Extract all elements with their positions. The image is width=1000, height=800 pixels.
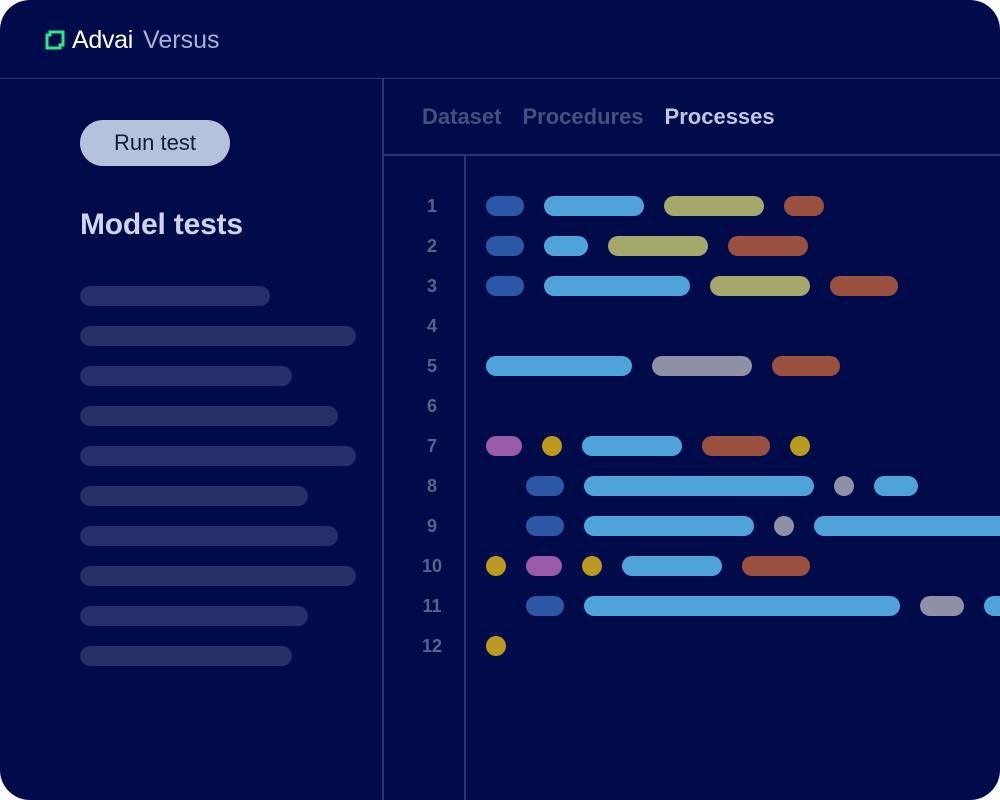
test-list-item[interactable] (80, 526, 338, 546)
product-name: Versus (143, 25, 220, 54)
run-test-button[interactable]: Run test (80, 120, 230, 166)
code-token (544, 236, 588, 256)
test-list-item[interactable] (80, 646, 292, 666)
tab-processes[interactable]: Processes (665, 104, 775, 134)
code-token (772, 356, 840, 376)
code-token (742, 556, 810, 576)
code-token (526, 596, 564, 616)
code-token-dot (486, 636, 506, 656)
line-number: 2 (426, 236, 437, 256)
line-number: 5 (426, 356, 437, 376)
code-token (486, 236, 524, 256)
code-token (486, 276, 524, 296)
code-token (710, 276, 810, 296)
brand[interactable]: Advai Versus (44, 26, 219, 54)
code-token-dot (790, 436, 810, 456)
line-number: 1 (426, 196, 437, 216)
code-token (728, 236, 808, 256)
code-token (584, 476, 814, 496)
code-token (814, 516, 1000, 536)
code-token (652, 356, 752, 376)
test-list-item[interactable] (80, 566, 356, 586)
app-window: Advai Versus Run test Model tests Datase… (0, 0, 1000, 800)
line-number: 4 (426, 316, 437, 336)
code-token (526, 556, 562, 576)
tab-dataset[interactable]: Dataset (422, 104, 501, 134)
code-token (486, 196, 524, 216)
code-token (526, 516, 564, 536)
code-token (608, 236, 708, 256)
sidebar-divider (382, 79, 384, 800)
code-token-dot (486, 556, 506, 576)
code-token-dot (774, 516, 794, 536)
code-token-dot (542, 436, 562, 456)
test-list-item[interactable] (80, 406, 338, 426)
sidebar-title: Model tests (80, 208, 243, 241)
code-token (584, 516, 754, 536)
test-list-item[interactable] (80, 606, 308, 626)
line-number: 3 (426, 276, 437, 296)
code-token (702, 436, 770, 456)
code-token (830, 276, 898, 296)
code-token (920, 596, 964, 616)
code-token (544, 196, 644, 216)
code-token (526, 476, 564, 496)
test-list-item[interactable] (80, 286, 270, 306)
code-token-dot (834, 476, 854, 496)
code-token (584, 596, 900, 616)
gutter-divider (464, 156, 466, 800)
line-number: 9 (426, 516, 437, 536)
code-token (622, 556, 722, 576)
test-list-item[interactable] (80, 446, 356, 466)
line-number: 8 (426, 476, 437, 496)
line-number: 6 (426, 396, 437, 416)
advai-logo-icon (45, 30, 65, 50)
code-token (486, 436, 522, 456)
code-token (486, 356, 632, 376)
tab-procedures[interactable]: Procedures (522, 104, 643, 134)
code-token (784, 196, 824, 216)
tab-bar: Dataset Procedures Processes (422, 104, 796, 134)
test-list-item[interactable] (80, 366, 292, 386)
test-list-item[interactable] (80, 486, 308, 506)
line-number: 12 (421, 636, 443, 656)
code-token (544, 276, 690, 296)
test-list-item[interactable] (80, 326, 356, 346)
code-token (664, 196, 764, 216)
code-token (874, 476, 918, 496)
code-token-dot (582, 556, 602, 576)
code-token (582, 436, 682, 456)
line-number: 11 (422, 596, 442, 616)
code-token (984, 596, 1000, 616)
line-number: 10 (421, 556, 443, 576)
tabs-divider (384, 154, 1000, 156)
top-bar: Advai Versus (0, 0, 1000, 79)
brand-name: Advai (72, 25, 134, 54)
line-number: 7 (426, 436, 437, 456)
